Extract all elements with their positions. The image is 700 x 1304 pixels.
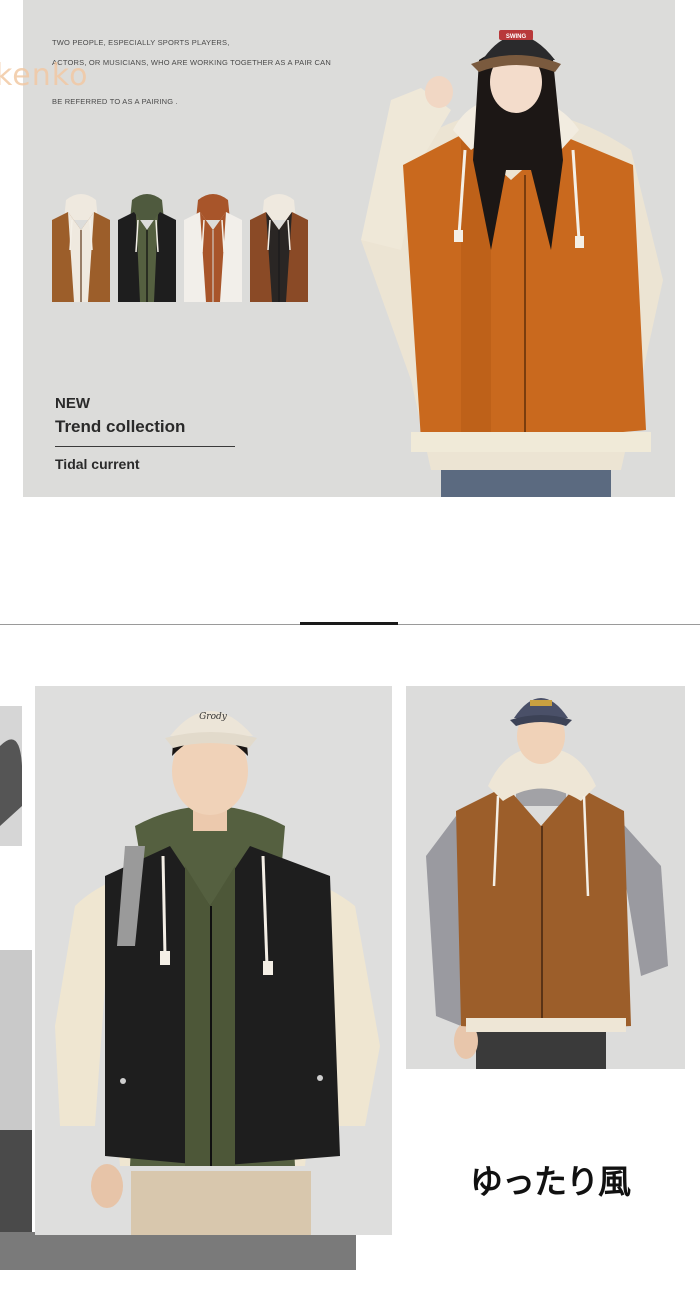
female-model-orange-vest: SWING — [361, 30, 663, 497]
male-model-black-vest-photo: Grody — [35, 686, 392, 1235]
rust-vest-thumbnail — [184, 194, 242, 302]
dark-brown-vest-thumbnail — [250, 194, 308, 302]
vest-color-lineup — [48, 190, 323, 315]
edge-photo-bottom — [0, 950, 32, 1235]
edge-photo-top — [0, 706, 22, 846]
brand-watermark: kenko — [0, 58, 89, 93]
collection-title: Trend collection — [55, 417, 186, 436]
cap-logo-text: SWING — [506, 34, 527, 40]
new-label: NEW — [55, 395, 90, 412]
black-vest-thumbnail — [118, 194, 176, 302]
tagline-line-2: ACTORS, OR MUSICIANS, WHO ARE WORKING TO… — [52, 58, 331, 67]
male-model-brown-vest-photo — [406, 686, 685, 1069]
tagline-line-1: TWO PEOPLE, ESPECIALLY SPORTS PLAYERS, — [52, 38, 230, 47]
brown-vest-thumbnail — [52, 194, 110, 302]
ground-strip — [0, 1232, 356, 1270]
tagline-line-3: BE REFERRED TO AS A PAIRING . — [52, 97, 178, 106]
loose-fit-caption: ゆったり風 — [470, 1162, 631, 1201]
hero-banner: TWO PEOPLE, ESPECIALLY SPORTS PLAYERS, A… — [23, 0, 675, 497]
section-divider-accent — [300, 622, 398, 625]
title-rule — [55, 446, 235, 447]
cap-logo-text: Grody — [199, 712, 228, 722]
collection-subtitle: Tidal current — [55, 456, 140, 472]
